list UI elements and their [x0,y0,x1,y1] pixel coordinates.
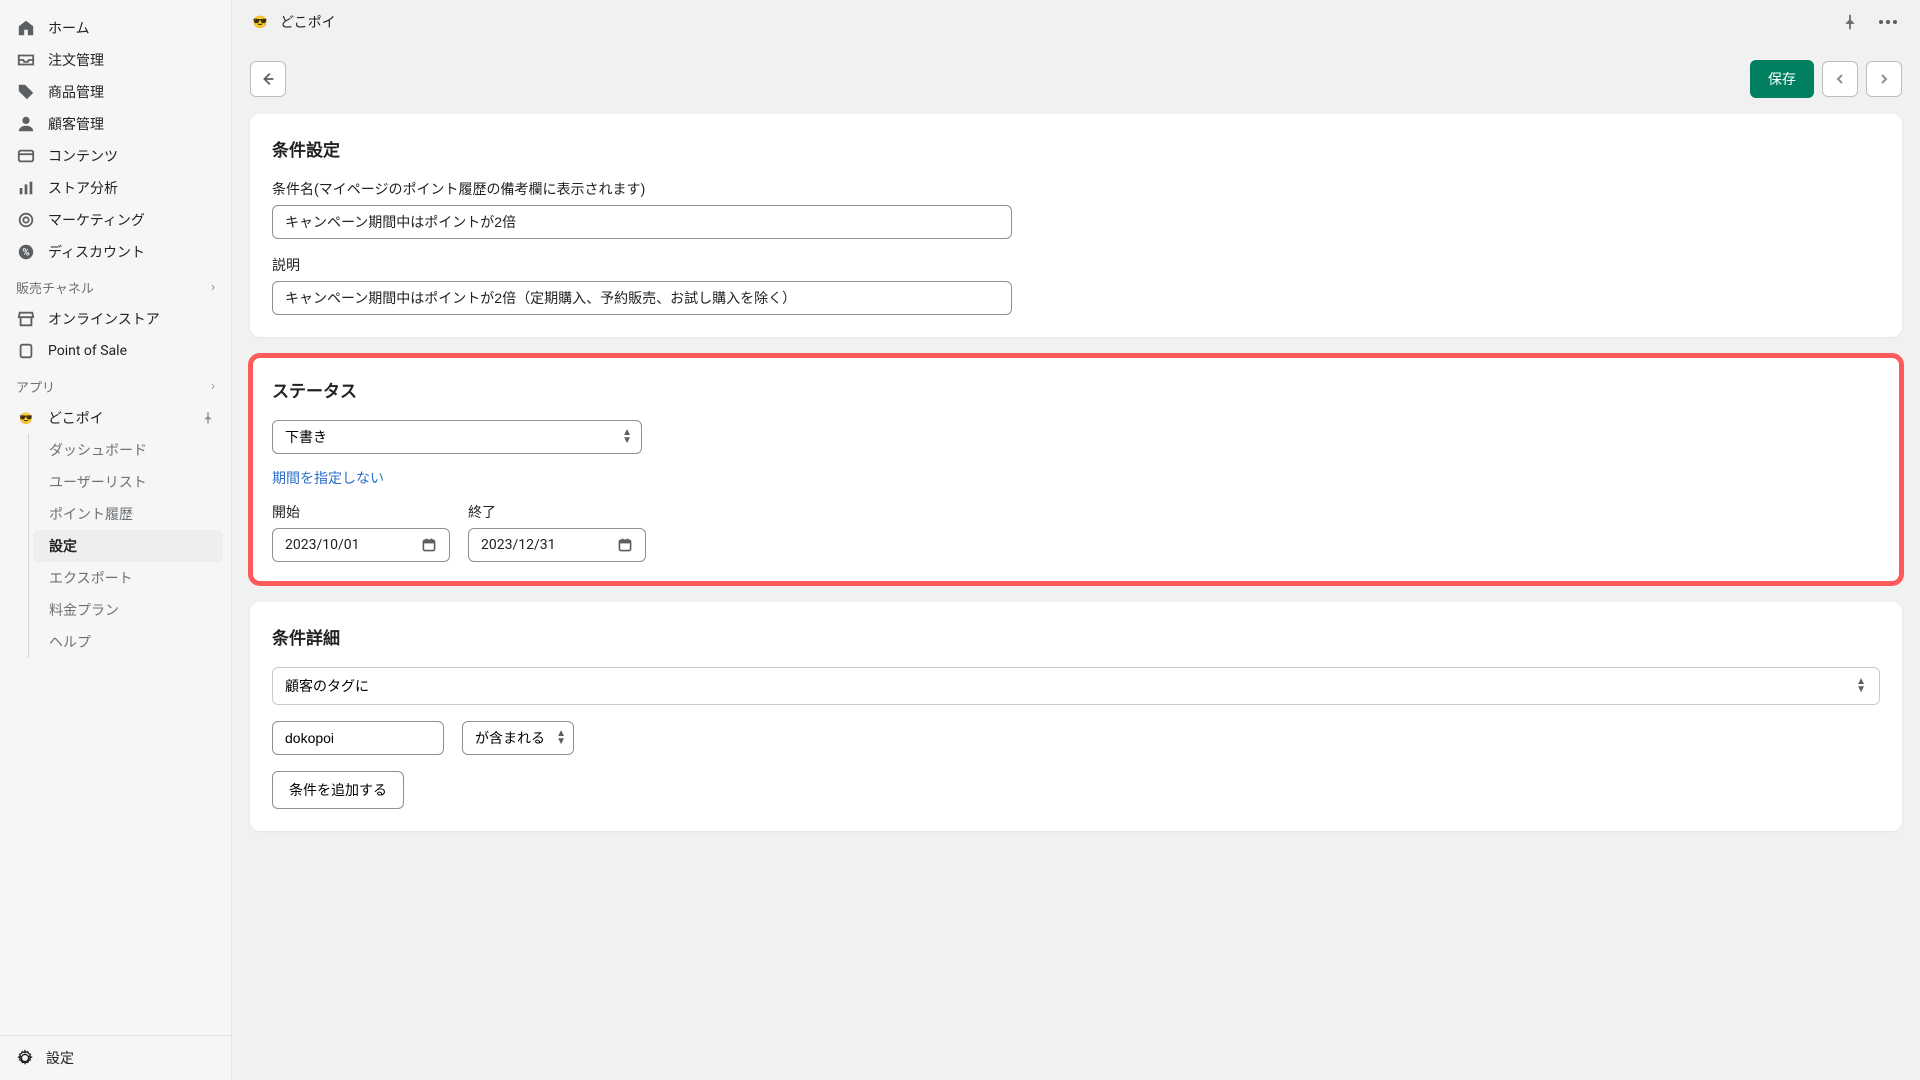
sidebar-item-online-store[interactable]: オンラインストア [0,303,231,335]
sidebar-app-dokopoi[interactable]: 😎 どこポイ [0,402,231,434]
contains-select[interactable]: が含まれる [462,721,574,755]
start-date-value: 2023/10/01 [285,537,360,553]
sidebar-item-content[interactable]: コンテンツ [0,140,231,172]
sidebar-label: マーケティング [48,210,145,230]
sidebar-label: ホーム [48,18,90,38]
content-icon [16,146,36,166]
no-period-link[interactable]: 期間を指定しない [272,468,384,488]
start-date-label: 開始 [272,502,450,522]
sidebar-label: コンテンツ [48,146,118,166]
topbar-title: どこポイ [280,12,336,32]
sidebar: ホーム 注文管理 商品管理 顧客管理 コンテンツ ストア分析 [0,0,232,1080]
sidebar-item-settings[interactable]: 設定 [16,1048,215,1068]
home-icon [16,18,36,38]
sidebar-item-analytics[interactable]: ストア分析 [0,172,231,204]
pin-icon[interactable] [1836,8,1864,36]
sidebar-subitem-points[interactable]: ポイント履歴 [29,498,231,530]
condition-desc-input[interactable] [272,281,1012,315]
sidebar-subitem-dashboard[interactable]: ダッシュボード [29,434,231,466]
discount-icon: % [16,242,36,262]
card-title: ステータス [272,377,1880,402]
app-label: どこポイ [48,408,104,428]
store-icon [16,309,36,329]
sidebar-item-orders[interactable]: 注文管理 [0,44,231,76]
sidebar-subitem-help[interactable]: ヘルプ [29,626,231,658]
condition-desc-label: 説明 [272,255,1880,275]
next-button[interactable] [1866,61,1902,97]
pin-icon[interactable] [201,411,215,425]
settings-label: 設定 [46,1048,74,1068]
target-select[interactable]: 顧客のタグに [272,667,1880,705]
topbar: 😎 どこポイ [232,0,1920,44]
sidebar-item-discounts[interactable]: % ディスカウント [0,236,231,268]
calendar-icon [617,537,633,553]
inbox-icon [16,50,36,70]
pos-icon [16,341,36,361]
save-button[interactable]: 保存 [1750,60,1814,98]
tag-input[interactable] [272,721,444,755]
sidebar-subitem-settings[interactable]: 設定 [33,530,223,562]
end-date-label: 終了 [468,502,646,522]
sidebar-label: 商品管理 [48,82,104,102]
end-date-value: 2023/12/31 [481,537,556,553]
back-button[interactable] [250,61,286,97]
chevron-right-icon: › [211,280,215,295]
add-condition-button[interactable]: 条件を追加する [272,771,404,809]
calendar-icon [421,537,437,553]
condition-name-label: 条件名(マイページのポイント履歴の備考欄に表示されます) [272,179,1880,199]
card-title: 条件設定 [272,136,1880,161]
target-icon [16,210,36,230]
sidebar-subitem-export[interactable]: エクスポート [29,562,231,594]
sidebar-subitem-plans[interactable]: 料金プラン [29,594,231,626]
card-title: 条件詳細 [272,624,1880,649]
svg-text:%: % [22,248,29,259]
sidebar-label: 顧客管理 [48,114,104,134]
sidebar-label: オンラインストア [48,309,160,329]
sidebar-item-marketing[interactable]: マーケティング [0,204,231,236]
sidebar-subitem-userlist[interactable]: ユーザーリスト [29,466,231,498]
sidebar-label: Point of Sale [48,343,127,359]
status-select[interactable]: 下書き [272,420,642,454]
condition-name-input[interactable] [272,205,1012,239]
sidebar-label: 注文管理 [48,50,104,70]
user-icon [16,114,36,134]
sidebar-item-pos[interactable]: Point of Sale [0,335,231,367]
sidebar-item-products[interactable]: 商品管理 [0,76,231,108]
section-label: アプリ [16,377,55,396]
sidebar-label: ストア分析 [48,178,118,198]
toolbar: 保存 [250,44,1902,114]
card-condition-settings: 条件設定 条件名(マイページのポイント履歴の備考欄に表示されます) 説明 [250,114,1902,337]
sidebar-section-channels[interactable]: 販売チャネル › [0,268,231,303]
main-content: 😎 どこポイ 保存 条件設定 条件名(マイページのポイント履歴の備考欄に表示され… [232,0,1920,1080]
more-icon[interactable] [1874,8,1902,36]
start-date-input[interactable]: 2023/10/01 [272,528,450,562]
chart-icon [16,178,36,198]
card-detail: 条件詳細 顧客のタグに ▲▼ が含まれる ▲▼ 条件を [250,602,1902,831]
prev-button[interactable] [1822,61,1858,97]
end-date-input[interactable]: 2023/12/31 [468,528,646,562]
card-status: ステータス 下書き ▲▼ 期間を指定しない 開始 2023/10/01 [250,355,1902,584]
gear-icon [16,1049,34,1067]
tag-icon [16,82,36,102]
sidebar-item-home[interactable]: ホーム [0,12,231,44]
sidebar-section-apps[interactable]: アプリ › [0,367,231,402]
app-badge-icon: 😎 [250,12,270,32]
sidebar-label: ディスカウント [48,242,145,262]
app-icon: 😎 [16,408,36,428]
section-label: 販売チャネル [16,278,94,297]
chevron-right-icon: › [211,379,215,394]
sidebar-item-customers[interactable]: 顧客管理 [0,108,231,140]
